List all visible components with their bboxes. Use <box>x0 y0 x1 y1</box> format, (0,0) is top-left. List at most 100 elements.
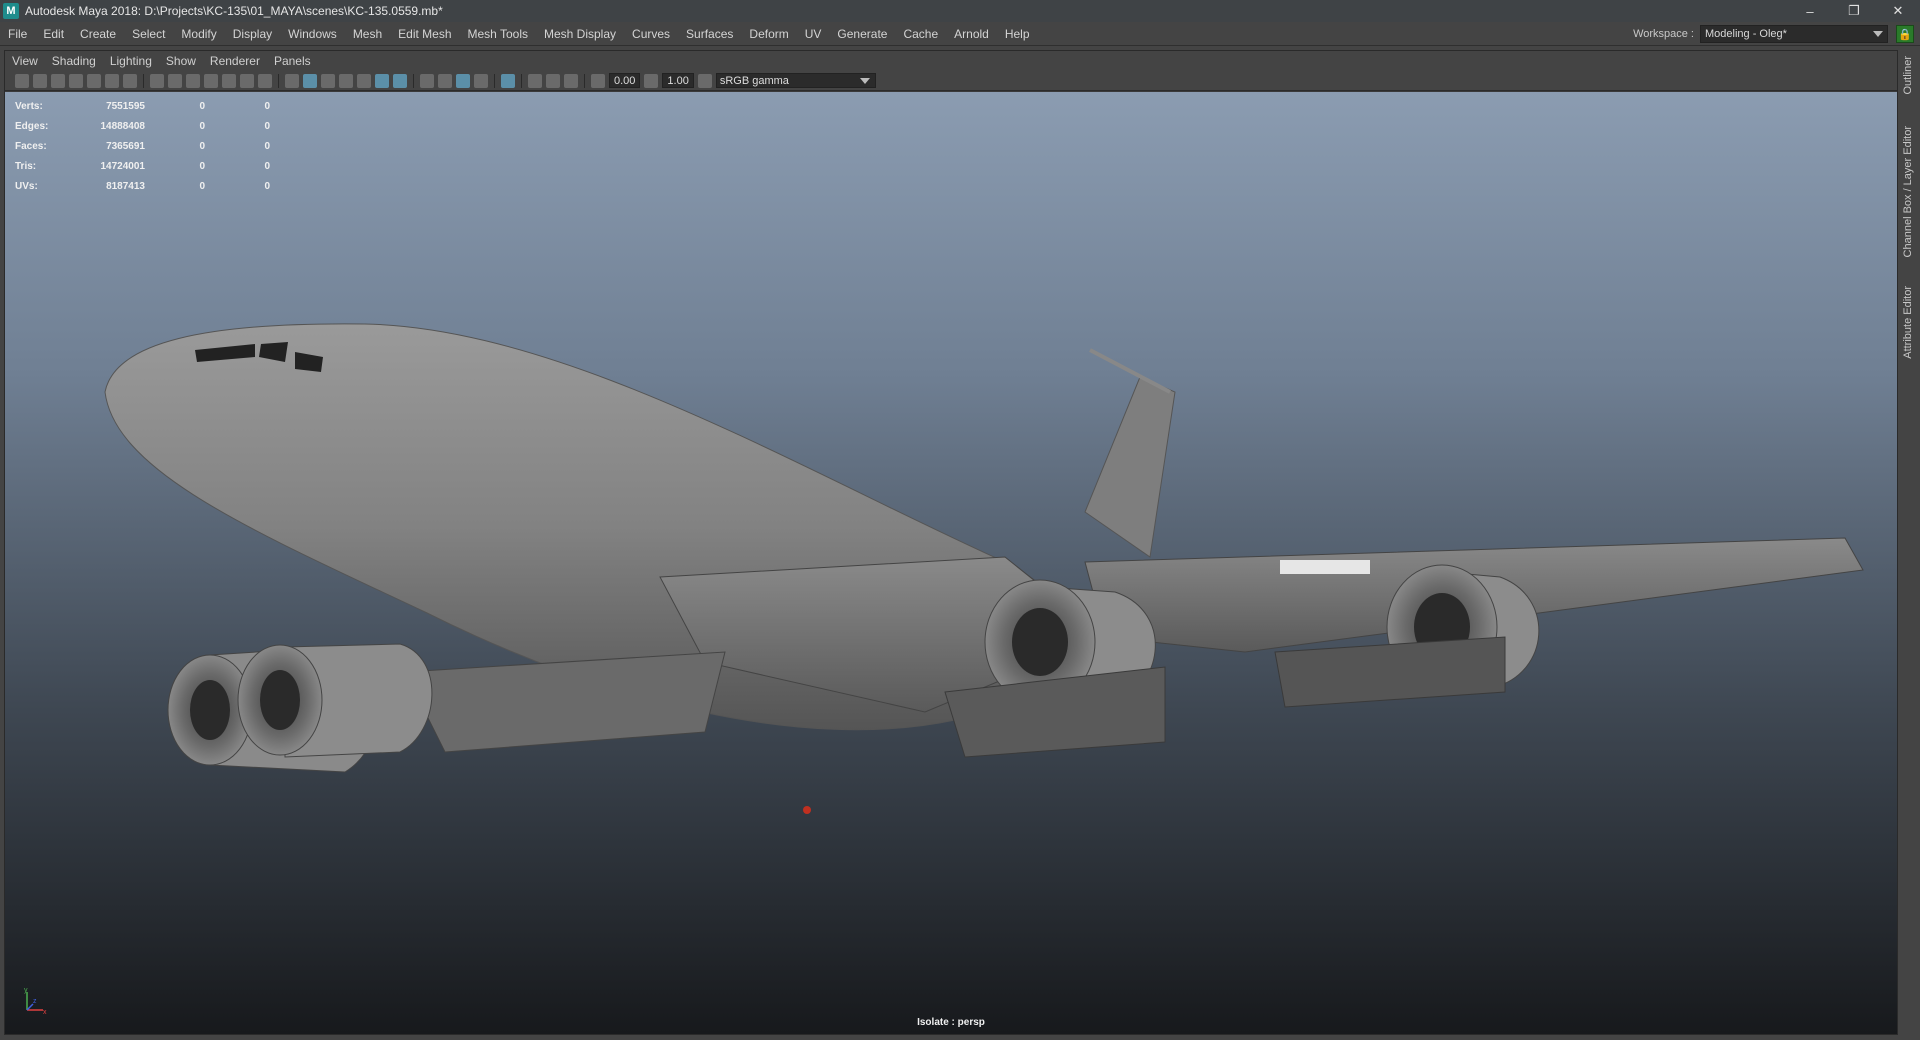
hud-row-edges: Edges: 14888408 0 0 <box>15 116 270 136</box>
wireframe-icon[interactable] <box>285 73 299 88</box>
menu-cache[interactable]: Cache <box>895 27 946 41</box>
menu-generate[interactable]: Generate <box>829 27 895 41</box>
shadows-icon[interactable] <box>393 73 407 88</box>
hud-label: Edges: <box>15 120 49 132</box>
menu-mesh-tools[interactable]: Mesh Tools <box>460 27 536 41</box>
exposure-icon[interactable] <box>591 73 605 88</box>
bookmark-icon[interactable] <box>69 73 83 88</box>
workspace-dropdown[interactable]: Modeling - Oleg* <box>1700 25 1888 43</box>
panel-menu-show[interactable]: Show <box>159 54 203 68</box>
menu-edit-mesh[interactable]: Edit Mesh <box>390 27 459 41</box>
chevron-down-icon <box>859 78 870 84</box>
hud-selected: 0 <box>199 180 205 192</box>
minimize-button[interactable]: – <box>1788 0 1832 22</box>
menu-create[interactable]: Create <box>72 27 124 41</box>
camera-icon[interactable] <box>15 73 29 88</box>
hud-total: 14888408 <box>100 120 146 132</box>
wireframe-on-shaded-icon[interactable] <box>339 73 353 88</box>
menu-select[interactable]: Select <box>124 27 173 41</box>
title-bar: M Autodesk Maya 2018: D:\Projects\KC-135… <box>0 0 1920 22</box>
safe-action-icon[interactable] <box>240 73 254 88</box>
anti-aliasing-icon[interactable] <box>456 73 470 88</box>
gamma-icon[interactable] <box>644 73 659 88</box>
hud-total: 7551595 <box>106 100 145 112</box>
hud-row-tris: Tris: 14724001 0 0 <box>15 156 270 176</box>
textured-icon[interactable] <box>357 73 371 88</box>
hud-highlighted: 0 <box>264 160 270 172</box>
wing-panel <box>1280 560 1370 574</box>
film-gate-icon[interactable] <box>168 73 182 88</box>
menu-deform[interactable]: Deform <box>741 27 796 41</box>
menu-mesh[interactable]: Mesh <box>345 27 390 41</box>
isolate-camera-label: Isolate : persp <box>917 1017 985 1028</box>
grease-pencil-icon[interactable] <box>123 73 137 88</box>
isolate-select-icon[interactable] <box>501 73 515 88</box>
hud-label: Tris: <box>15 160 37 172</box>
panel-menu-panels[interactable]: Panels <box>267 54 318 68</box>
restore-button[interactable]: ❐ <box>1832 0 1876 22</box>
hud-label: Faces: <box>15 140 47 152</box>
use-all-lights-icon[interactable] <box>375 73 389 88</box>
hud-total: 8187413 <box>106 180 145 192</box>
hud-selected: 0 <box>199 120 205 132</box>
gamma-field[interactable]: 1.00 <box>662 73 694 88</box>
safe-title-icon[interactable] <box>258 73 272 88</box>
default-material-icon[interactable] <box>321 73 335 88</box>
persp-viewport[interactable]: Verts: 7551595 0 0 Edges: 14888408 0 0 F… <box>5 92 1897 1034</box>
menu-arnold[interactable]: Arnold <box>946 27 997 41</box>
kc-135-aircraft-model[interactable] <box>5 92 1897 1034</box>
menu-display[interactable]: Display <box>225 27 280 41</box>
camera-attributes-icon[interactable] <box>33 73 47 88</box>
hud-row-uvs: UVs: 8187413 0 0 <box>15 176 270 196</box>
workspace-selector: Workspace : Modeling - Oleg* 🔒 <box>1633 22 1920 46</box>
menu-help[interactable]: Help <box>997 27 1038 41</box>
toolbar-separator <box>584 73 585 88</box>
color-management-icon[interactable] <box>697 73 712 88</box>
depth-of-field-icon[interactable] <box>474 73 488 88</box>
hud-highlighted: 0 <box>264 140 270 152</box>
camera-tumble-icon[interactable] <box>51 73 65 88</box>
gate-mask-icon[interactable] <box>204 73 218 88</box>
view-transform-dropdown[interactable]: sRGB gamma <box>715 73 876 88</box>
menu-modify[interactable]: Modify <box>173 27 224 41</box>
close-button[interactable]: ✕ <box>1876 0 1920 22</box>
window-title: Autodesk Maya 2018: D:\Projects\KC-135\0… <box>25 4 443 18</box>
hud-selected: 0 <box>199 160 205 172</box>
menu-file[interactable]: File <box>0 27 35 41</box>
backface-culling-icon[interactable] <box>564 73 578 88</box>
hud-highlighted: 0 <box>264 180 270 192</box>
hud-total: 14724001 <box>100 160 146 172</box>
exposure-field[interactable]: 0.00 <box>609 73 641 88</box>
panel-menu-lighting[interactable]: Lighting <box>103 54 159 68</box>
workspace-label: Workspace : <box>1633 28 1694 40</box>
motion-blur-icon[interactable] <box>438 73 452 88</box>
panel-menu-view[interactable]: View <box>5 54 45 68</box>
xray-joints-icon[interactable] <box>546 73 560 88</box>
image-plane-icon[interactable] <box>87 73 101 88</box>
xray-icon[interactable] <box>528 73 542 88</box>
field-chart-icon[interactable] <box>222 73 236 88</box>
tab-channel-box-layer-editor[interactable]: Channel Box / Layer Editor <box>1902 126 1914 257</box>
smooth-shade-icon[interactable] <box>303 73 317 88</box>
menu-curves[interactable]: Curves <box>624 27 678 41</box>
viewport-panel: View Shading Lighting Show Renderer Pane… <box>4 50 1898 1035</box>
menu-edit[interactable]: Edit <box>35 27 72 41</box>
panel-menu-renderer[interactable]: Renderer <box>203 54 267 68</box>
menu-surfaces[interactable]: Surfaces <box>678 27 741 41</box>
lock-icon[interactable]: 🔒 <box>1896 25 1914 43</box>
tab-outliner[interactable]: Outliner <box>1902 56 1914 95</box>
tab-attribute-editor[interactable]: Attribute Editor <box>1902 286 1914 359</box>
toolbar-separator <box>143 73 144 88</box>
vertical-stabilizer <box>1084 376 1176 558</box>
2d-pan-zoom-icon[interactable] <box>105 73 119 88</box>
grid-icon[interactable] <box>150 73 164 88</box>
menu-windows[interactable]: Windows <box>280 27 345 41</box>
poly-count-hud: Verts: 7551595 0 0 Edges: 14888408 0 0 F… <box>15 96 270 196</box>
panel-menu-shading[interactable]: Shading <box>45 54 103 68</box>
resolution-gate-icon[interactable] <box>186 73 200 88</box>
menu-mesh-display[interactable]: Mesh Display <box>536 27 624 41</box>
toolbar-separator <box>413 73 414 88</box>
menu-uv[interactable]: UV <box>797 27 830 41</box>
hud-selected: 0 <box>199 140 205 152</box>
ambient-occlusion-icon[interactable] <box>420 73 434 88</box>
